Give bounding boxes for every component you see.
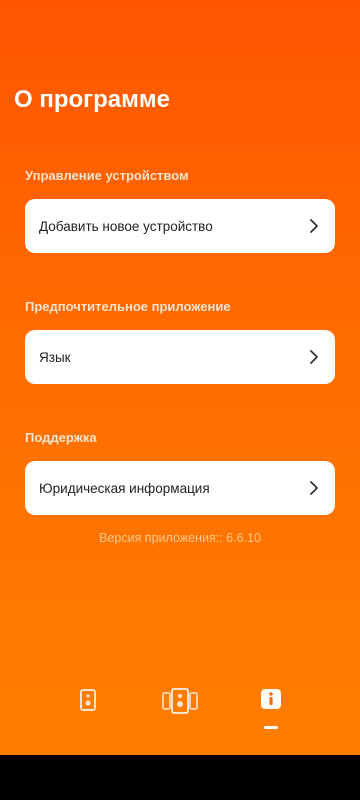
legal-info-item[interactable]: Юридическая информация	[25, 461, 335, 515]
active-tab-indicator	[264, 726, 278, 729]
section-title-support: Поддержка	[25, 430, 97, 445]
single-speaker-icon	[78, 688, 98, 717]
chevron-right-icon	[307, 479, 321, 497]
info-icon	[260, 688, 282, 715]
page-title: О программе	[14, 86, 171, 113]
section-title-preferred-app: Предпочтительное приложение	[25, 299, 231, 314]
section-title-device-management: Управление устройством	[25, 168, 189, 183]
chevron-right-icon	[307, 217, 321, 235]
language-item[interactable]: Язык	[25, 330, 335, 384]
about-screen: О программе Управление устройством Добав…	[0, 0, 360, 755]
add-new-device-item[interactable]: Добавить новое устройство	[25, 199, 335, 253]
bottom-nav	[0, 688, 360, 736]
nav-multi-speaker[interactable]	[160, 688, 200, 728]
multi-speaker-icon	[161, 688, 199, 719]
nav-info[interactable]	[259, 688, 283, 728]
system-navigation-bar	[0, 755, 360, 800]
nav-single-speaker[interactable]	[76, 688, 100, 728]
language-label: Язык	[39, 349, 71, 365]
app-version-text: Версия приложения:: 6.6.10	[99, 531, 261, 545]
chevron-right-icon	[307, 348, 321, 366]
legal-info-label: Юридическая информация	[39, 480, 210, 496]
add-new-device-label: Добавить новое устройство	[39, 218, 213, 234]
